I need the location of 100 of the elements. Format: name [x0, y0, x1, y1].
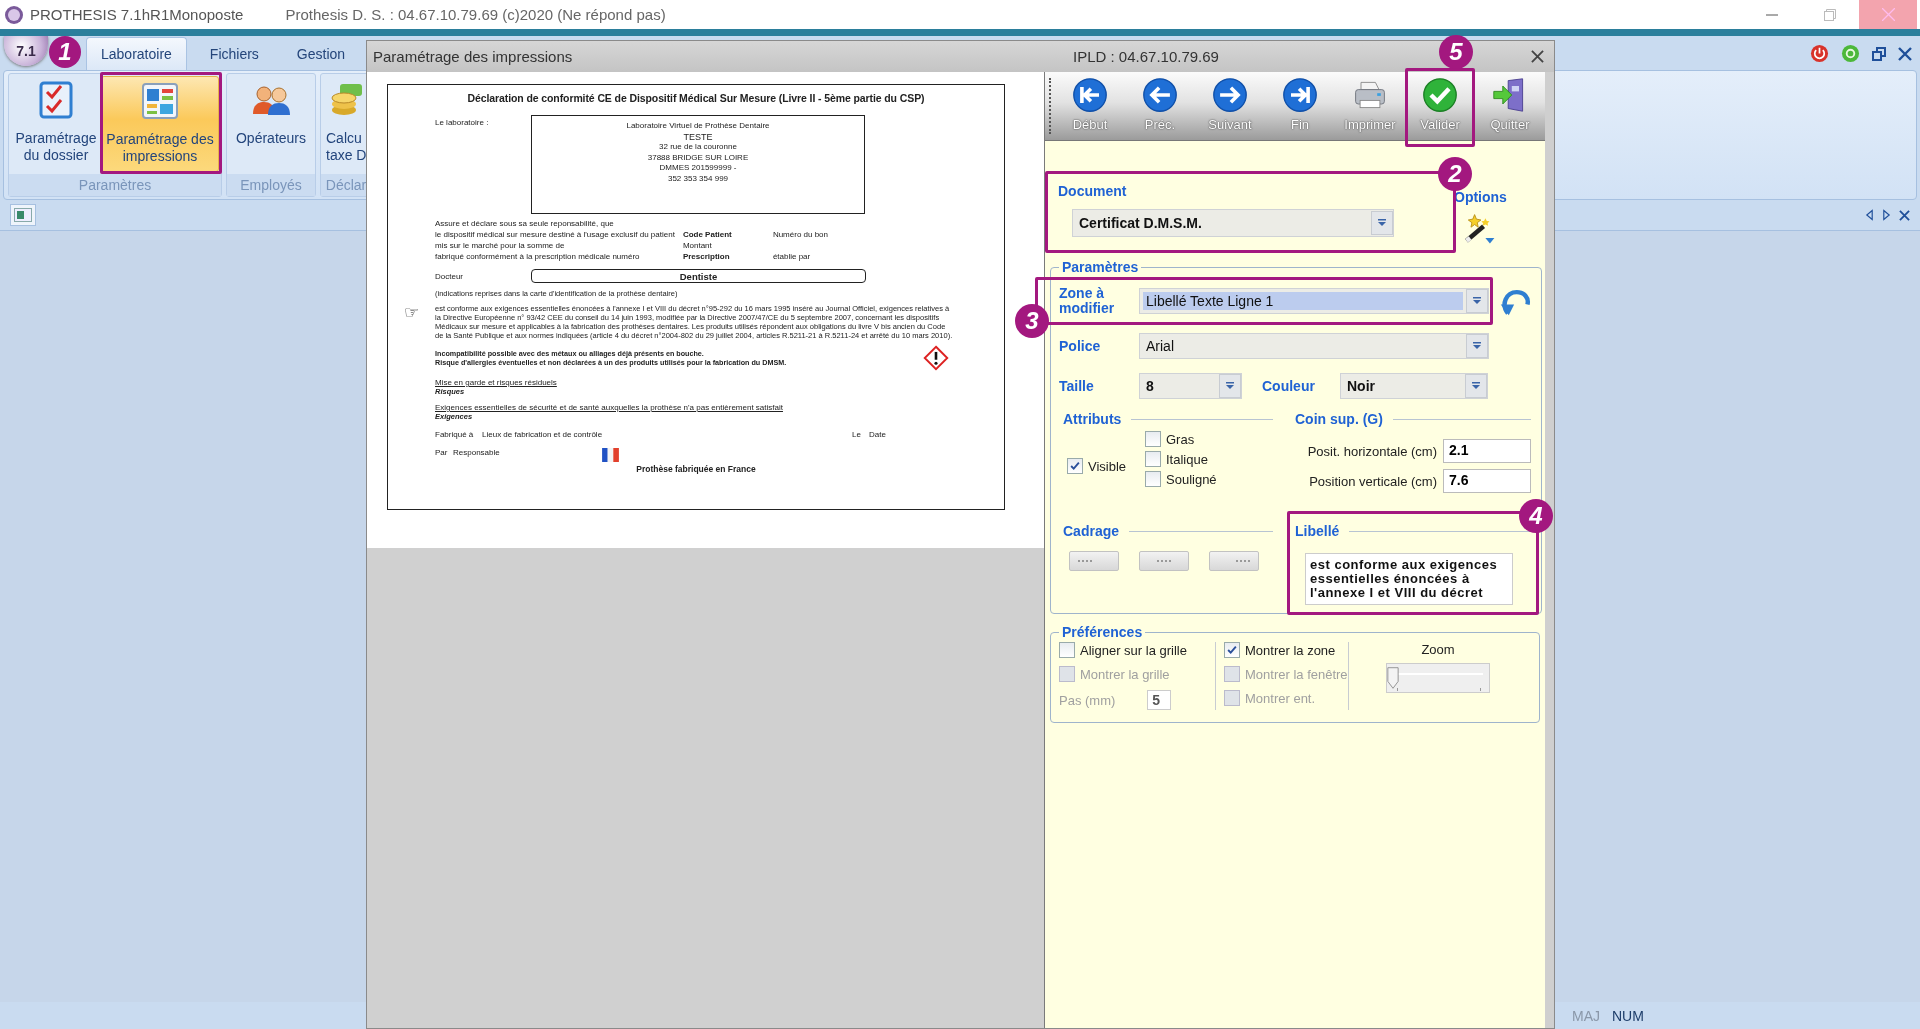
- field-value: Responsable: [453, 447, 501, 457]
- document-text: Assure et déclare sous sa seule reponsabilité, que: [435, 219, 615, 228]
- dashed-line-icon: [1078, 560, 1092, 562]
- restore-icon[interactable]: [1872, 46, 1886, 61]
- dropdown-field[interactable]: Certificat D.M.S.M.: [1072, 209, 1394, 237]
- power-icon[interactable]: [1810, 44, 1829, 63]
- checkbox[interactable]: [1145, 431, 1161, 447]
- field-label: Docteur: [434, 271, 464, 281]
- field-label: Police: [1059, 338, 1102, 354]
- group-title: Paramètres: [9, 174, 221, 196]
- section-title: Attributs: [1063, 411, 1122, 427]
- input-field[interactable]: 2.1: [1443, 439, 1531, 463]
- window-tab-icon[interactable]: [10, 204, 36, 226]
- field-label: Posit. horizontale (cm): [1307, 443, 1437, 459]
- field-label: Code Patient: [682, 230, 733, 239]
- help-icon[interactable]: [1841, 44, 1860, 63]
- hazard-icon: [923, 345, 949, 371]
- slider-label: Zoom: [1421, 642, 1455, 657]
- close-icon: [1881, 8, 1895, 21]
- slider-thumb[interactable]: [1387, 666, 1399, 690]
- checkbox-label: Montrer la fenêtre: [1245, 666, 1348, 682]
- callout-badge: 1: [49, 36, 81, 68]
- zoom-slider[interactable]: [1386, 663, 1490, 693]
- dropdown-field[interactable]: Noir: [1340, 373, 1488, 399]
- address-line: Laboratoire Virtuel de Prothèse Dentaire: [626, 121, 770, 132]
- field-label: Couleur: [1262, 378, 1316, 394]
- checkbox-label: Montrer ent.: [1245, 690, 1316, 706]
- check-icon: [1422, 77, 1458, 113]
- field-value: Date: [869, 430, 886, 439]
- input-field[interactable]: 7.6: [1443, 469, 1531, 493]
- field-label: établie par: [772, 252, 812, 261]
- scroll-right-icon[interactable]: [1882, 209, 1891, 221]
- address-line: 352 353 354 999: [667, 173, 729, 184]
- host-label: IPLD : 04.67.10.79.69: [1073, 48, 1219, 65]
- app-title: PROTHESIS 7.1hR1Monoposte: [30, 6, 244, 23]
- status-indicator: MAJ: [1572, 1007, 1600, 1024]
- group-title: Employés: [227, 174, 315, 196]
- field-label: Le: [852, 430, 862, 439]
- field-label: Pas (mm): [1059, 692, 1116, 708]
- window-title: Prothesis D. S. : 04.67.10.79.69 (c)2020 (Ne répond pas): [285, 6, 666, 23]
- field-label: Position verticale (cm): [1309, 473, 1437, 489]
- options-label: Options: [1454, 189, 1507, 205]
- scroll-left-icon[interactable]: [1865, 209, 1874, 221]
- group-title: Préférences: [1061, 624, 1144, 640]
- field-label: Document: [1058, 183, 1128, 199]
- dashed-line-icon: [1157, 560, 1171, 562]
- text-area[interactable]: est conforme aux exigences essentielles énoncées à l'annexe I et VIII du décret: [1305, 553, 1513, 605]
- close-icon[interactable]: [1531, 50, 1544, 63]
- checkbox[interactable]: [1145, 471, 1161, 487]
- ribbon-tab[interactable]: Gestion: [281, 37, 361, 70]
- ribbon-button[interactable]: Calcu taxe D: [323, 76, 369, 172]
- callout-badge: 4: [1519, 499, 1553, 533]
- checkbox-label: Gras: [1166, 431, 1195, 447]
- checkbox[interactable]: [1059, 642, 1075, 658]
- ribbon-button[interactable]: Opérateurs: [229, 76, 313, 172]
- ribbon-tab[interactable]: Fichiers: [194, 37, 274, 70]
- restore-icon: [1824, 8, 1836, 21]
- doctor-field: Dentiste: [531, 269, 866, 283]
- ribbon-button[interactable]: Paramétrage des impressions: [101, 76, 219, 172]
- checkbox-label: Italique: [1166, 451, 1208, 467]
- document-title: Déclaration de conformité CE de Dispositif Médical Sur Mesure (Livre II - 5ème partie du CSP): [466, 92, 926, 104]
- checkbox-label: Visible: [1088, 458, 1127, 474]
- callout-badge: 2: [1438, 157, 1472, 191]
- group-title: Paramètres: [1061, 259, 1140, 275]
- checkbox-label: Aligner sur la grille: [1080, 642, 1187, 658]
- field-value: Lieux de fabrication et de contrôle: [482, 430, 604, 439]
- checkbox[interactable]: [1145, 451, 1161, 467]
- document-footer: Prothèse fabriquée en France: [388, 464, 1004, 474]
- ribbon-button[interactable]: Paramétrage du dossier: [11, 76, 101, 172]
- close-icon[interactable]: [1899, 209, 1910, 221]
- pointer-hand: ☞: [402, 304, 421, 324]
- section-heading: Exigences essentielles de sécurité et de santé auxquelles la prothèse n'a pas entièrement satisfait: [434, 403, 783, 412]
- checkbox-label: Souligné: [1166, 471, 1217, 487]
- field-label: Zone à modifier: [1059, 286, 1116, 316]
- field-label: Taille: [1059, 378, 1095, 394]
- checkmark-icon: [1069, 460, 1081, 472]
- dialog-title: Paramétrage des impressions: [373, 48, 573, 65]
- field-label: Par: [435, 447, 449, 457]
- document-text: fabriqué conformément à la prescription médicale numéro: [435, 252, 641, 261]
- field-label: Montant: [682, 241, 713, 250]
- dropdown-field[interactable]: Arial: [1139, 333, 1489, 359]
- dashed-line-icon: [1236, 560, 1250, 562]
- address-line: DMMES 201599999 -: [659, 163, 737, 174]
- checkbox[interactable]: [1224, 642, 1240, 658]
- section-heading: Mise en garde et risques résiduels: [434, 378, 557, 387]
- section-title: Libellé: [1295, 523, 1340, 539]
- ribbon-tab[interactable]: Laboratoire: [86, 37, 187, 70]
- checkbox[interactable]: [1067, 458, 1083, 474]
- layout-icon: [140, 81, 180, 121]
- address-line: 37888 BRIDGE SUR LOIRE: [647, 152, 749, 163]
- dropdown-field[interactable]: 8: [1139, 373, 1242, 399]
- app-logo-icon: [4, 4, 24, 25]
- flag-icon: [602, 448, 619, 462]
- checkmark-icon: [1226, 644, 1238, 656]
- checkbox-label: Montrer la zone: [1245, 642, 1336, 658]
- dropdown-field[interactable]: Libellé Texte Ligne 1: [1139, 288, 1489, 314]
- section-title: Coin sup. (G): [1295, 411, 1383, 427]
- app-menu-orb[interactable]: 7.1: [4, 36, 48, 66]
- address-line: TESTE: [683, 131, 713, 142]
- close-icon[interactable]: [1898, 46, 1912, 61]
